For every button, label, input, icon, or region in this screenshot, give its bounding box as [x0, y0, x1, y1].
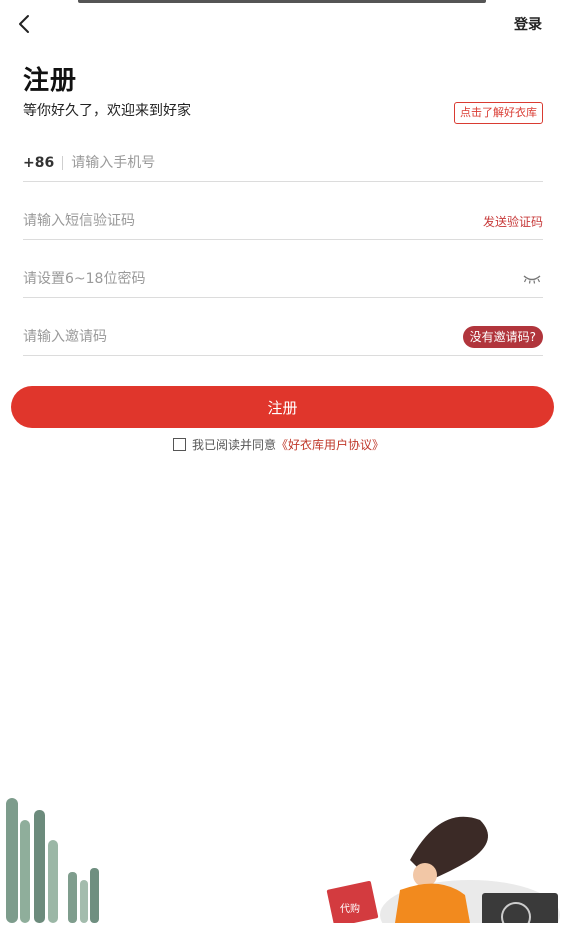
invite-code-row: 没有邀请码?: [23, 319, 543, 356]
floating-action-button[interactable]: [482, 893, 558, 927]
login-link[interactable]: 登录: [514, 14, 542, 34]
country-code[interactable]: +86: [23, 155, 54, 171]
phone-input[interactable]: [71, 151, 543, 175]
invite-code-input[interactable]: [23, 325, 463, 349]
password-visibility-toggle[interactable]: [521, 272, 543, 286]
phone-field-row: +86: [23, 145, 543, 182]
country-code-divider: [62, 156, 64, 170]
agreement-row: 我已阅读并同意 《好衣库用户协议》: [173, 436, 384, 453]
welcome-subtitle: 等你好久了，欢迎来到好家: [23, 103, 191, 119]
eye-closed-icon: [523, 275, 541, 284]
floating-action-icon: [501, 902, 531, 927]
sms-code-input[interactable]: [23, 209, 483, 233]
register-button[interactable]: 注册: [11, 386, 554, 428]
no-invite-code-button[interactable]: 没有邀请码?: [462, 326, 543, 348]
cactus-icon: [6, 798, 99, 923]
agreement-checkbox[interactable]: [173, 438, 186, 451]
learn-more-button[interactable]: 点击了解好衣库: [454, 102, 543, 124]
password-input[interactable]: [23, 267, 521, 291]
user-agreement-link[interactable]: 《好衣库用户协议》: [276, 436, 384, 453]
back-button[interactable]: [12, 10, 36, 38]
bottom-illustration: 代购: [6, 798, 560, 923]
agreement-text: 我已阅读并同意: [192, 438, 277, 452]
page-title: 注册: [23, 66, 78, 96]
shopping-bag-label: 代购: [340, 902, 360, 915]
chevron-left-icon: [19, 15, 29, 33]
send-code-button[interactable]: 发送验证码: [483, 213, 543, 230]
password-row: [23, 261, 543, 298]
status-bar-indicator: [78, 0, 486, 3]
sms-code-row: 发送验证码: [23, 203, 543, 240]
